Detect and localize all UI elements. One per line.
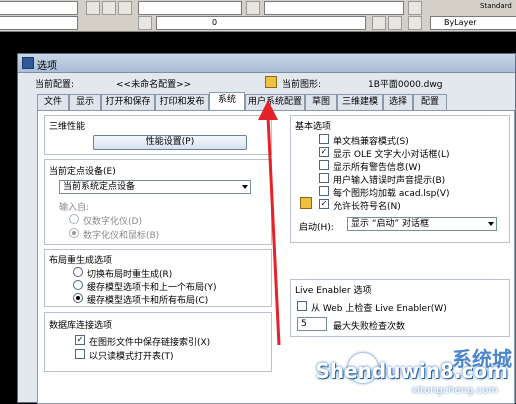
watermark: 系统城 Shenduwin8.com xitongcheng.com bbox=[315, 343, 516, 403]
arrow-shaft bbox=[266, 115, 281, 346]
arrow-head bbox=[258, 100, 278, 120]
watermark-url: xitongcheng.com bbox=[411, 385, 498, 396]
watermark-site: Shenduwin8.com bbox=[315, 359, 508, 383]
